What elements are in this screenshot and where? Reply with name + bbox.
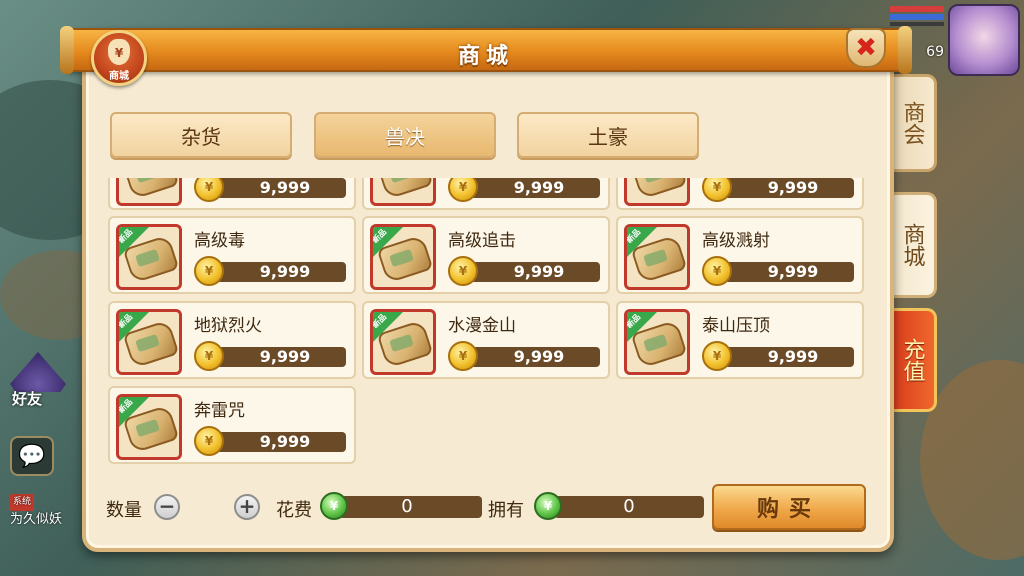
tab-shanghui[interactable]: 商会 bbox=[889, 74, 937, 172]
item-name: 泰山压顶 bbox=[702, 316, 770, 336]
scroll-icon bbox=[122, 178, 179, 200]
tab-shanghui-label: 商会 bbox=[899, 101, 925, 145]
item-card[interactable]: 新品 泰山压顶 9,999 ¥ bbox=[616, 301, 864, 379]
page-title: 商城 bbox=[457, 44, 514, 69]
item-price: 9,999 bbox=[464, 262, 600, 282]
owned-label: 拥有 bbox=[488, 500, 524, 521]
item-name: 高级溅射 bbox=[702, 231, 770, 251]
quantity-plus-button[interactable]: + bbox=[234, 494, 260, 520]
item-name: 地狱烈火 bbox=[194, 316, 262, 336]
purchase-bar: 数量 0 − + 花费 0 ¥ 拥有 0 ¥ 购买 bbox=[100, 484, 880, 532]
item-price: 9,999 bbox=[210, 432, 346, 452]
new-badge-text: 新品 bbox=[116, 312, 135, 330]
item-card[interactable]: 新品 地狱烈火 9,999 ¥ bbox=[108, 301, 356, 379]
item-name: 高级追击 bbox=[448, 231, 516, 251]
item-price: 9,999 bbox=[718, 262, 854, 282]
gold-coin-icon: ¥ bbox=[448, 256, 478, 286]
skill-scroll-icon bbox=[370, 178, 436, 206]
chat-message: 系统 为久似妖 bbox=[10, 492, 90, 528]
item-card[interactable]: 新品 奔雷咒 9,999 ¥ bbox=[108, 386, 356, 464]
item-price: 9,999 bbox=[210, 178, 346, 198]
gold-coin-icon: ¥ bbox=[702, 256, 732, 286]
gold-coin-icon: ¥ bbox=[194, 341, 224, 371]
cost-value: 0 bbox=[332, 496, 482, 518]
item-price: 9,999 bbox=[464, 347, 600, 367]
skill-scroll-icon: 新品 bbox=[624, 309, 690, 375]
new-badge-text: 新品 bbox=[370, 312, 389, 330]
item-card[interactable]: 新品 高级追击 9,999 ¥ bbox=[362, 216, 610, 294]
item-name: 水漫金山 bbox=[448, 316, 516, 336]
gold-coin-icon: ¥ bbox=[448, 178, 478, 202]
money-bag-icon: ¥ bbox=[108, 39, 130, 65]
shop-logo-label: 商城 bbox=[109, 71, 129, 82]
skill-scroll-icon: 新品 bbox=[116, 224, 182, 290]
skill-scroll-icon: 新品 bbox=[116, 394, 182, 460]
close-icon: ✖ bbox=[855, 33, 877, 63]
chat-message-text: 为久似妖 bbox=[10, 512, 63, 527]
tab-shangcheng[interactable]: 商城 bbox=[889, 192, 937, 298]
new-badge-text: 新品 bbox=[624, 227, 643, 245]
skill-scroll-icon: 新品 bbox=[370, 224, 436, 290]
quantity-minus-button[interactable]: − bbox=[154, 494, 180, 520]
item-card[interactable]: 新品 高级毒 9,999 ¥ bbox=[108, 216, 356, 294]
gold-coin-icon: ¥ bbox=[702, 341, 732, 371]
shop-logo: ¥ 商城 bbox=[91, 30, 147, 86]
skill-scroll-icon bbox=[116, 178, 182, 206]
category-zahuo-button[interactable]: 杂货 bbox=[110, 112, 292, 158]
skill-scroll-icon: 新品 bbox=[624, 224, 690, 290]
skill-scroll-icon: 新品 bbox=[116, 309, 182, 375]
new-badge-text: 新品 bbox=[624, 312, 643, 330]
item-price: 9,999 bbox=[718, 178, 854, 198]
player-level: 69 bbox=[926, 44, 944, 60]
close-button[interactable]: ✖ bbox=[846, 28, 886, 68]
gold-coin-icon: ¥ bbox=[194, 426, 224, 456]
title-bar: 商城 bbox=[60, 26, 912, 74]
new-badge-text: 新品 bbox=[116, 227, 135, 245]
scroll-icon bbox=[630, 178, 687, 200]
item-price: 9,999 bbox=[210, 347, 346, 367]
quantity-label: 数量 bbox=[106, 500, 142, 521]
chat-system-tag: 系统 bbox=[10, 494, 35, 511]
plus-icon: + bbox=[238, 494, 256, 518]
tab-chongzhi[interactable]: 充值 bbox=[889, 308, 937, 412]
gold-coin-icon: ¥ bbox=[448, 341, 478, 371]
gold-coin-icon: ¥ bbox=[194, 256, 224, 286]
item-name: 奔雷咒 bbox=[194, 401, 245, 421]
scroll-icon bbox=[376, 178, 433, 200]
cost-label: 花费 bbox=[276, 500, 312, 521]
owned-value: 0 bbox=[554, 496, 704, 518]
category-shoujue-button[interactable]: 兽决 bbox=[314, 112, 496, 158]
new-badge-text: 新品 bbox=[370, 227, 389, 245]
tab-shangcheng-label: 商城 bbox=[899, 223, 925, 267]
item-price: 9,999 bbox=[718, 347, 854, 367]
item-card[interactable]: 9,999 ¥ bbox=[616, 178, 864, 210]
chat-icon[interactable]: 💬 bbox=[10, 436, 54, 476]
item-card[interactable]: 新品 高级溅射 9,999 ¥ bbox=[616, 216, 864, 294]
item-card[interactable]: 新品 水漫金山 9,999 ¥ bbox=[362, 301, 610, 379]
buy-button[interactable]: 购买 bbox=[712, 484, 866, 530]
friend-hat-icon[interactable] bbox=[10, 352, 66, 392]
category-tuhao-button[interactable]: 土豪 bbox=[517, 112, 699, 158]
player-avatar[interactable] bbox=[948, 4, 1020, 76]
minus-icon: − bbox=[158, 494, 176, 518]
skill-scroll-icon bbox=[624, 178, 690, 206]
item-name: 高级毒 bbox=[194, 231, 245, 251]
new-badge-text: 新品 bbox=[116, 397, 135, 415]
item-price: 9,999 bbox=[210, 262, 346, 282]
gold-coin-icon: ¥ bbox=[702, 178, 732, 202]
jade-currency-icon: ¥ bbox=[320, 492, 348, 520]
item-price: 9,999 bbox=[464, 178, 600, 198]
item-card[interactable]: 9,999 ¥ bbox=[362, 178, 610, 210]
friend-button-label[interactable]: 好友 bbox=[12, 388, 42, 409]
item-grid: 9,999 ¥9,999 ¥9,999 ¥ 新品 高级毒 9,999 ¥ 新品 高级追击 9,999… bbox=[108, 178, 866, 468]
jade-currency-icon: ¥ bbox=[534, 492, 562, 520]
tab-chongzhi-label: 充值 bbox=[899, 338, 925, 382]
skill-scroll-icon: 新品 bbox=[370, 309, 436, 375]
player-status-bars bbox=[890, 6, 944, 26]
item-card[interactable]: 9,999 ¥ bbox=[108, 178, 356, 210]
gold-coin-icon: ¥ bbox=[194, 178, 224, 202]
